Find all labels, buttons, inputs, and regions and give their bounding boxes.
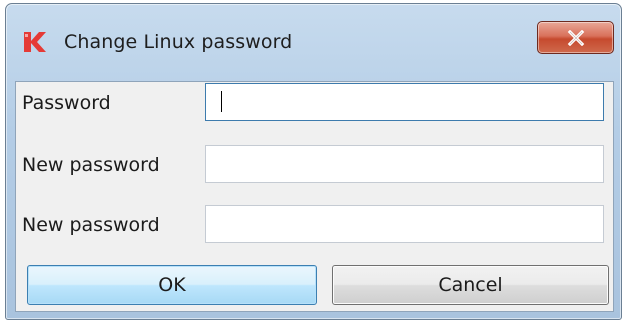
new-password-label: New password	[22, 154, 160, 176]
ok-button[interactable]: OK	[27, 265, 317, 305]
confirm-new-password-input[interactable]	[205, 205, 604, 243]
app-logo-icon	[24, 32, 46, 52]
close-button[interactable]	[537, 21, 614, 54]
confirm-new-password-label: New password	[22, 214, 160, 236]
ok-button-label: OK	[158, 274, 186, 296]
cancel-button-label: Cancel	[438, 274, 503, 296]
password-input[interactable]	[205, 83, 604, 121]
text-caret	[221, 91, 222, 112]
close-icon	[567, 30, 585, 46]
cancel-button[interactable]: Cancel	[332, 265, 609, 305]
new-password-input[interactable]	[205, 145, 604, 183]
title-bar[interactable]: Change Linux password	[6, 4, 621, 81]
password-label: Password	[22, 92, 111, 114]
window-title: Change Linux password	[64, 31, 293, 53]
